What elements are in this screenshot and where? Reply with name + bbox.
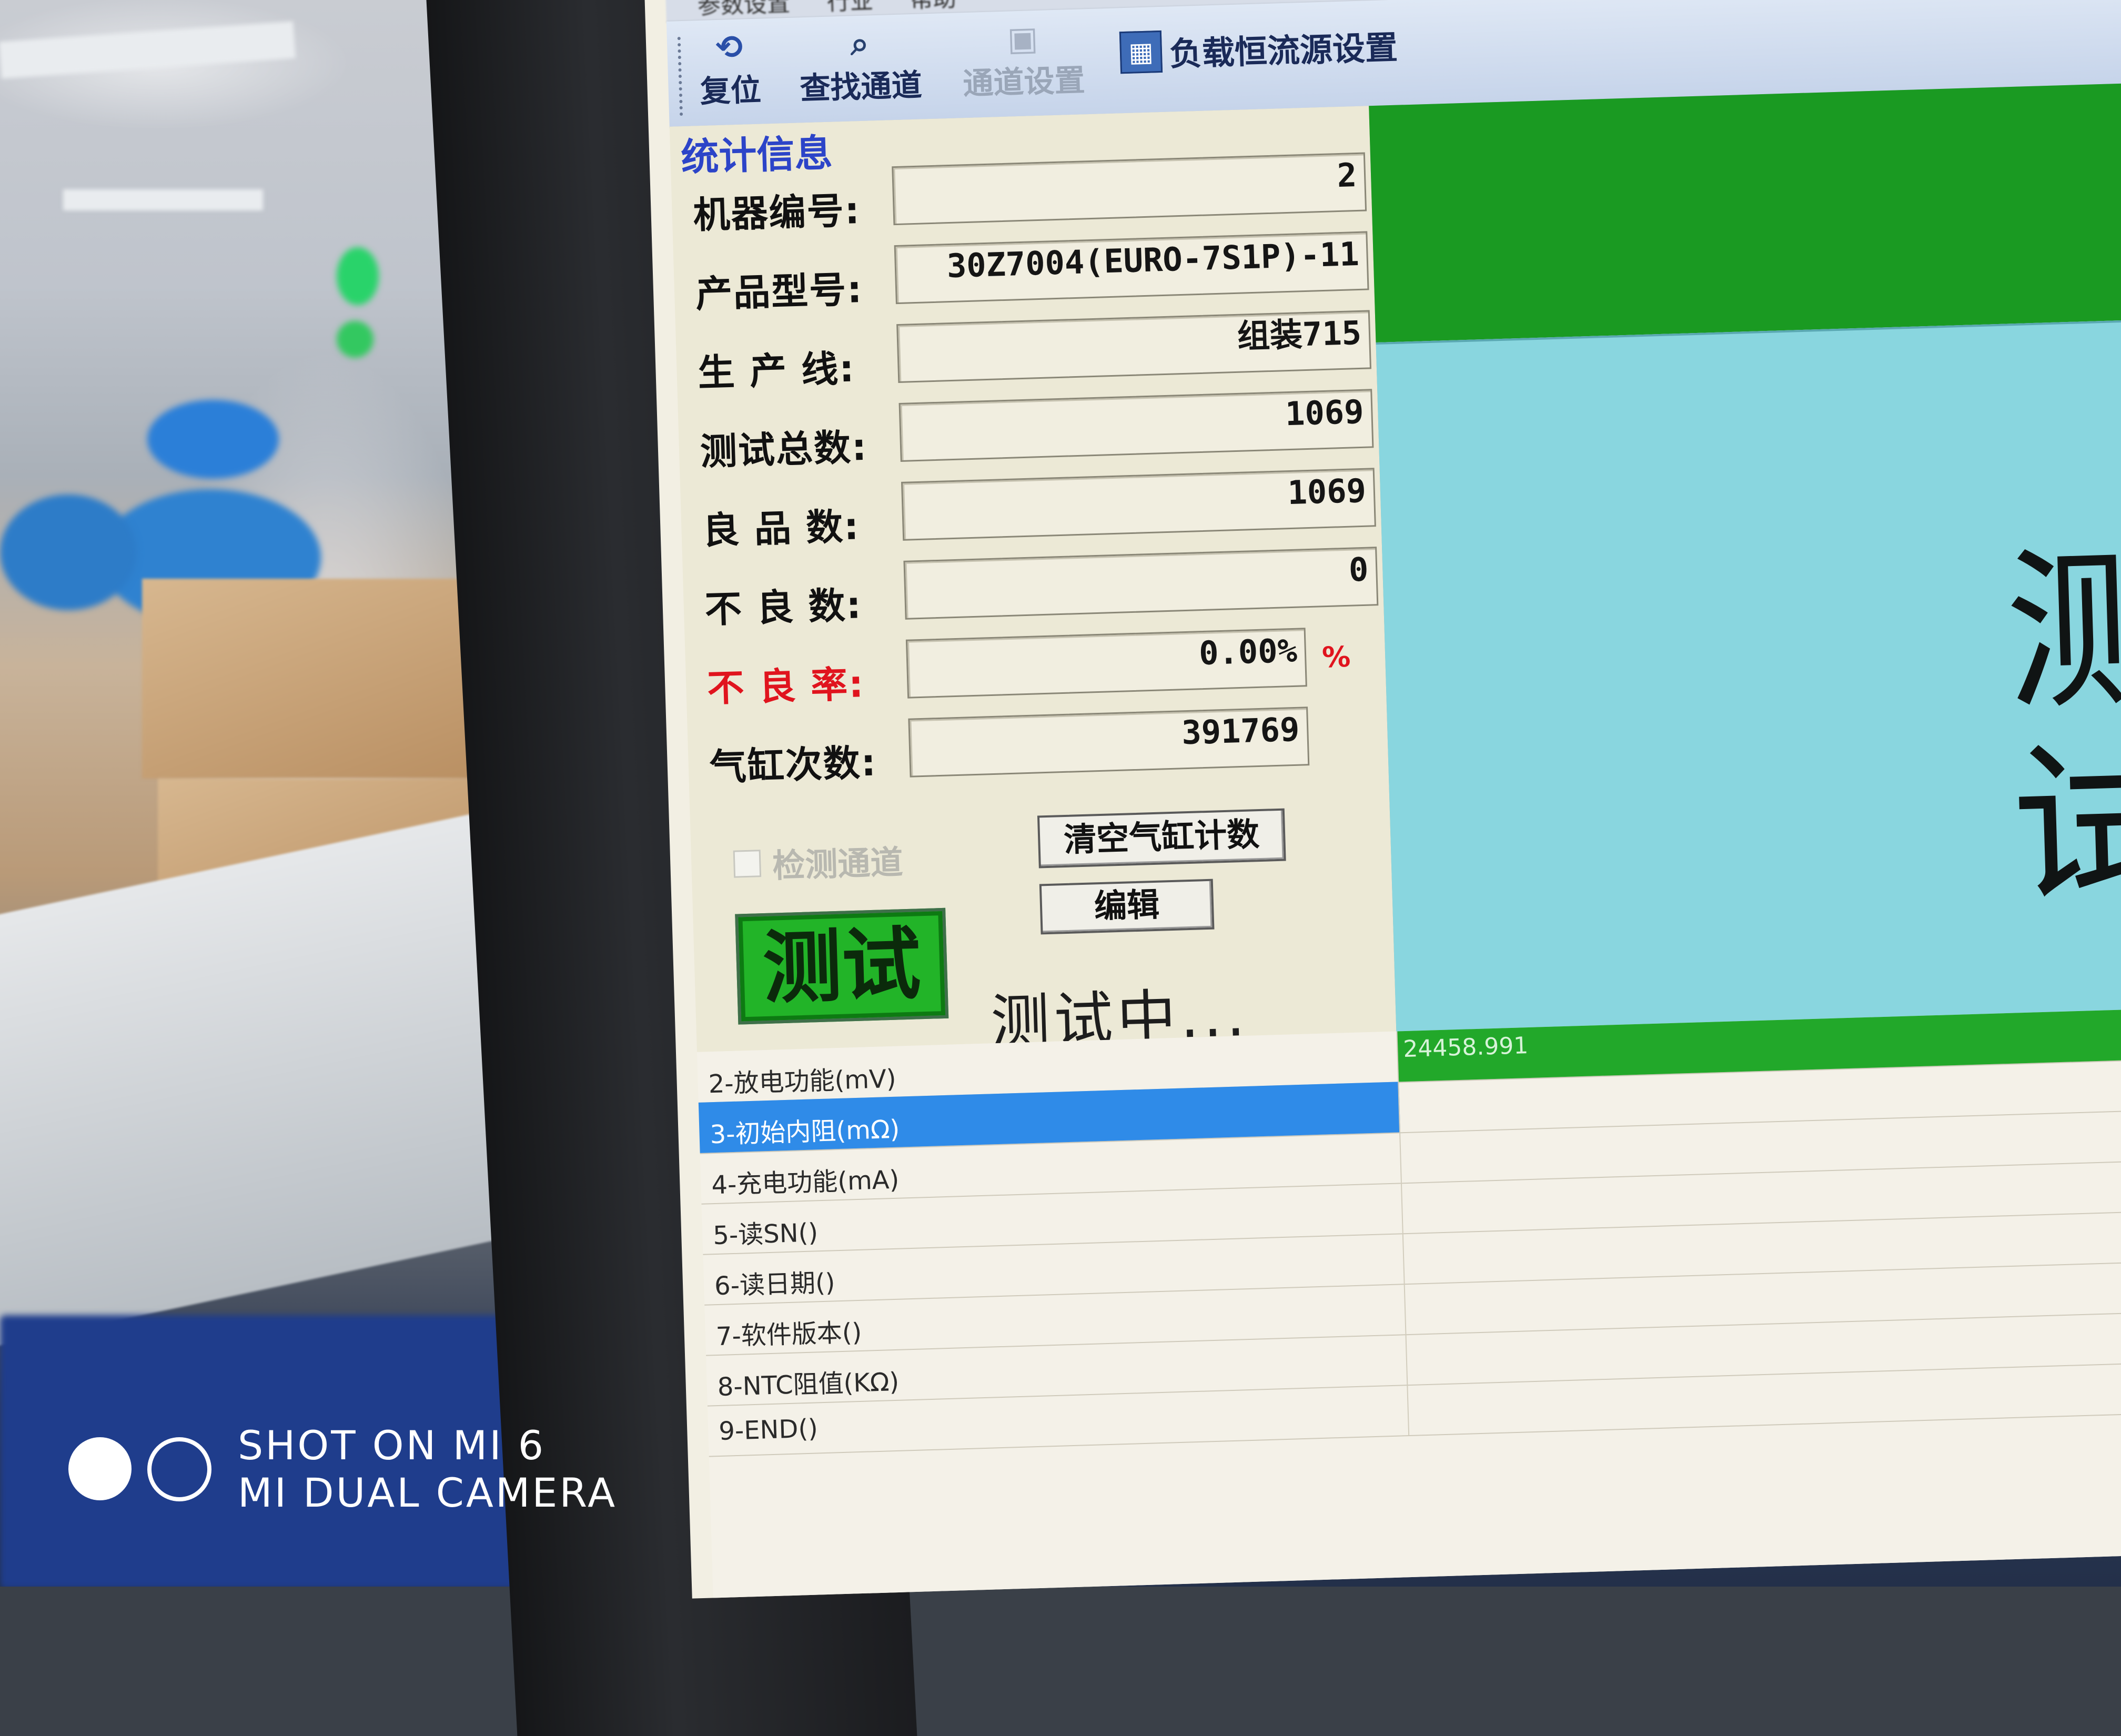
find-channel-button[interactable]: ⌕ 查找通道 <box>798 23 923 108</box>
defect-rate-unit: % <box>1321 640 1351 674</box>
green-signal-light <box>337 321 373 358</box>
status-char-top: 测 <box>2002 528 2121 735</box>
test-fixture <box>0 806 505 1350</box>
load-current-label: 负载恒流源设置 <box>1169 28 1398 74</box>
checkbox-square <box>733 850 762 878</box>
check-channel-checkbox[interactable]: 检测通道 <box>733 835 904 888</box>
product-model-field[interactable]: 30Z7004(EURO-7S1P)-11 <box>894 231 1369 305</box>
production-line-field[interactable]: 组装715 <box>896 310 1372 383</box>
machine-no-label: 机器编号: <box>692 189 861 237</box>
reset-button[interactable]: ⟲ 复位 <box>698 28 762 111</box>
menu-item[interactable]: 参数设置 <box>697 0 791 21</box>
bad-count-label: 不 良 数: <box>704 583 863 632</box>
load-current-button[interactable]: ▦ 负载恒流源设置 <box>1119 21 1398 77</box>
reset-button-label: 复位 <box>699 72 762 109</box>
status-char-bottom: 试 <box>2008 722 2121 930</box>
bad-count-field[interactable]: 0 <box>903 547 1379 620</box>
cylinder-count-field[interactable]: 391769 <box>908 706 1310 778</box>
logo-ring <box>147 1437 211 1501</box>
stats-panel: 统计信息 机器编号: 2 产品型号: 30Z7004(EURO-7S1P)-11… <box>669 106 1398 1057</box>
menu-item[interactable]: 行业 <box>826 0 874 17</box>
cardboard-box <box>142 579 489 779</box>
channel-settings-label: 通道设置 <box>962 62 1086 102</box>
cylinder-count-label: 气缸次数: <box>709 741 878 789</box>
channel-status-banner: 2 <box>1369 82 2121 343</box>
find-channel-label: 查找通道 <box>799 67 923 107</box>
machine-no-field[interactable]: 2 <box>892 152 1367 226</box>
green-signal-light <box>337 247 379 305</box>
logo-dot <box>68 1437 132 1500</box>
edit-button[interactable]: 编辑 <box>1039 879 1215 935</box>
channel-settings-button[interactable]: ▣ 通道设置 <box>961 18 1086 103</box>
ceiling-light <box>0 21 296 79</box>
watermark-text: SHOT ON MI 6 MI DUAL CAMERA <box>238 1426 617 1513</box>
defect-rate-label: 不 良 率: <box>706 662 865 711</box>
camera-watermark: SHOT ON MI 6 MI DUAL CAMERA <box>68 1426 617 1513</box>
test-button[interactable]: 测试 <box>735 907 949 1025</box>
clear-cylinder-count-button[interactable]: 清空气缸计数 <box>1037 808 1286 869</box>
good-count-label: 良 品 数: <box>702 504 861 553</box>
good-count-field[interactable]: 1069 <box>901 468 1376 541</box>
worker-cap <box>147 400 279 479</box>
worker-shirt <box>0 494 137 610</box>
menu-item[interactable]: 帮助 <box>910 0 957 14</box>
magnifier-icon: ⌕ <box>850 24 870 63</box>
item-name: 9-END() <box>718 1414 819 1446</box>
ceiling-light <box>63 189 263 210</box>
watermark-line1: SHOT ON MI 6 <box>238 1422 546 1469</box>
toolbar-grip <box>677 36 686 116</box>
product-model-label: 产品型号: <box>695 267 864 316</box>
reset-arrow-icon: ⟲ <box>715 27 744 67</box>
production-line-label: 生 产 线: <box>697 347 856 395</box>
check-channel-label: 检测通道 <box>772 843 904 885</box>
monitor-screen: 参数设置 行业 帮助 ⟲ 复位 ⌕ 查找通道 ▣ 通道设置 ▦ 负载恒流源设置 <box>644 0 2121 1599</box>
channel-settings-icon: ▣ <box>1006 18 1039 58</box>
total-tests-field[interactable]: 1069 <box>898 389 1374 462</box>
dual-camera-logo-icon <box>68 1437 211 1501</box>
test-status-panel: 测 试 <box>1376 318 2121 1034</box>
load-source-icon: ▦ <box>1119 30 1163 74</box>
total-tests-label: 测试总数: <box>699 425 868 474</box>
watermark-line2: MI DUAL CAMERA <box>238 1469 618 1516</box>
defect-rate-field[interactable]: 0.00% <box>905 628 1307 699</box>
results-table: 2-放电功能(mV) 24458.991 3-初始内阻(mΩ) 4-充电功能(m… <box>696 1007 2121 1599</box>
